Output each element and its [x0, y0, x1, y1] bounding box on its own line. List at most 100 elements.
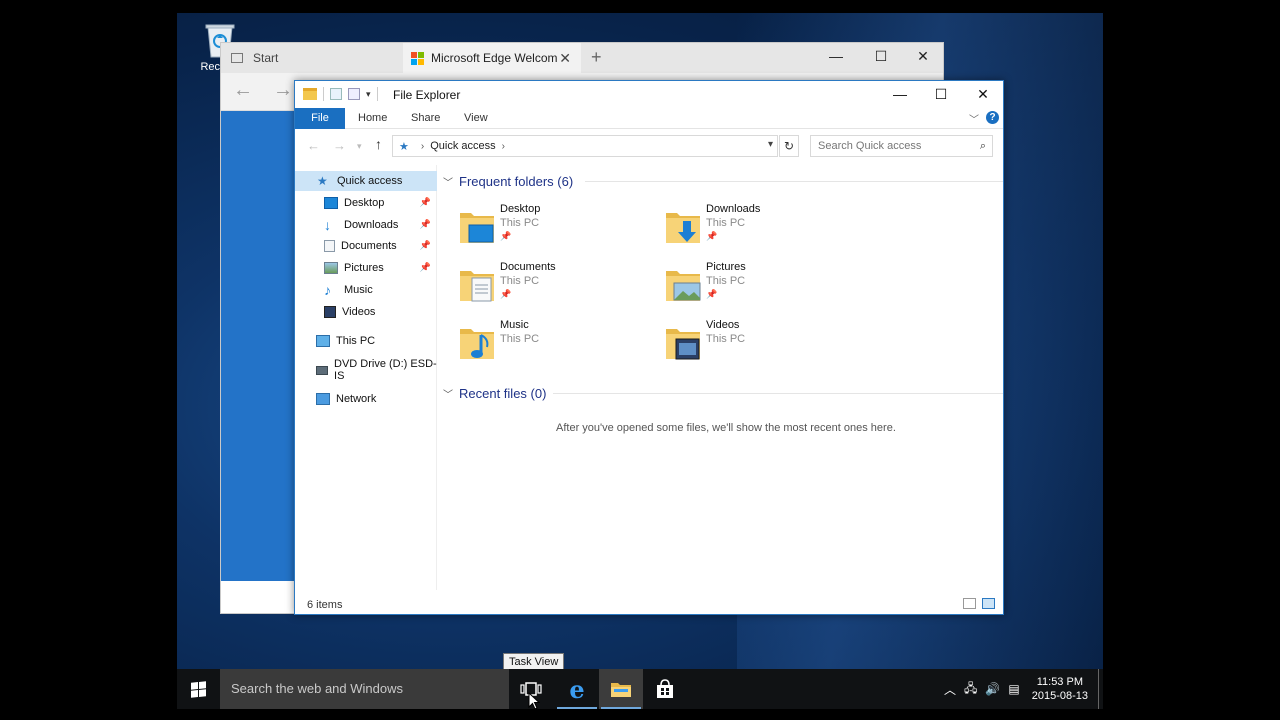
- quick-access-star-icon: ★: [317, 174, 328, 188]
- refresh-button[interactable]: ↻: [779, 135, 799, 157]
- nav-item-label: Videos: [342, 306, 376, 318]
- show-desktop-button[interactable]: [1098, 669, 1103, 709]
- nav-item-documents[interactable]: Documents 📌: [295, 236, 437, 256]
- nav-item-pictures[interactable]: Pictures 📌: [295, 258, 437, 278]
- group-title: Recent files (0): [459, 385, 547, 401]
- nav-item-dvd-drive[interactable]: DVD Drive (D:) ESD-IS: [295, 358, 437, 382]
- folder-tile-videos[interactable]: Videos This PC: [665, 319, 865, 371]
- breadcrumb-quick-access[interactable]: Quick access: [430, 140, 495, 152]
- ribbon-tabs: File Home Share View ﹀ ?: [295, 108, 1003, 129]
- windows-logo-icon: [190, 680, 206, 698]
- edge-tab-start[interactable]: Start: [221, 43, 403, 73]
- music-folder-icon: [460, 329, 494, 359]
- breadcrumb-separator-icon[interactable]: ›: [502, 141, 505, 152]
- folder-tile-pictures[interactable]: Pictures This PC 📌: [665, 261, 865, 313]
- customize-toolbar-chevron-icon[interactable]: ▾: [366, 89, 371, 100]
- pin-icon: 📌: [706, 231, 718, 241]
- nav-item-label: Documents: [341, 240, 397, 252]
- documents-icon: [324, 240, 335, 252]
- tab-share[interactable]: Share: [411, 112, 440, 124]
- taskbar-edge-button[interactable]: e: [555, 669, 599, 709]
- back-arrow-icon[interactable]: ←: [233, 79, 253, 102]
- nav-item-label: Pictures: [344, 262, 384, 274]
- edge-tab-label: Start: [253, 51, 279, 65]
- system-tray: ︿ 🖧 🔊 ▤ 11:53 PM 2015-08-13: [940, 669, 1103, 709]
- edge-minimize-button[interactable]: —: [826, 48, 846, 64]
- dvd-drive-icon: [316, 365, 329, 375]
- search-input[interactable]: Search Quick access ⌕: [810, 135, 993, 157]
- network-icon[interactable]: 🖧: [964, 679, 977, 700]
- pictures-icon: [324, 262, 338, 274]
- pin-icon[interactable]: 📌: [420, 197, 431, 208]
- folder-location: This PC: [500, 275, 540, 287]
- taskbar-file-explorer-button[interactable]: [599, 669, 643, 709]
- up-arrow-icon[interactable]: ↑: [375, 136, 382, 152]
- edge-close-button[interactable]: ✕: [913, 48, 933, 65]
- new-tab-button[interactable]: +: [591, 47, 602, 68]
- folder-tile-documents[interactable]: Documents This PC 📌: [459, 261, 659, 313]
- nav-item-this-pc[interactable]: This PC: [295, 331, 437, 351]
- recent-files-empty-message: After you've opened some files, we'll sh…: [556, 422, 896, 434]
- folder-name: Desktop: [500, 203, 541, 215]
- action-center-icon[interactable]: ▤: [1008, 682, 1019, 696]
- documents-folder-icon: [460, 271, 494, 302]
- divider: [323, 87, 324, 101]
- forward-arrow-icon[interactable]: →: [333, 138, 346, 153]
- group-title: Frequent folders (6): [459, 173, 574, 189]
- folder-name: Downloads: [706, 203, 761, 215]
- nav-item-label: Network: [336, 393, 377, 405]
- volume-icon[interactable]: 🔊: [985, 682, 1000, 696]
- new-folder-icon[interactable]: [348, 88, 360, 100]
- tab-home[interactable]: Home: [358, 112, 387, 124]
- details-view-icon[interactable]: [963, 598, 976, 609]
- desktop-icon: [324, 197, 338, 209]
- pin-icon[interactable]: 📌: [420, 240, 431, 251]
- breadcrumb-separator-icon[interactable]: ›: [421, 141, 424, 152]
- view-switcher: [963, 598, 995, 609]
- nav-item-videos[interactable]: Videos: [295, 302, 437, 322]
- file-explorer-window[interactable]: ▾ File Explorer — ☐ ✕ File Home Share Vi…: [294, 80, 1004, 615]
- expand-ribbon-chevron-icon[interactable]: ﹀: [969, 111, 979, 126]
- nav-item-downloads[interactable]: ↓ Downloads 📌: [295, 215, 437, 235]
- pin-icon[interactable]: 📌: [420, 219, 431, 230]
- forward-arrow-icon[interactable]: →: [273, 79, 293, 102]
- recent-locations-chevron-icon[interactable]: ▾: [357, 141, 362, 152]
- taskbar-store-button[interactable]: [643, 669, 687, 709]
- edge-tab-welcome[interactable]: Microsoft Edge Welcom ✕: [403, 43, 581, 73]
- back-arrow-icon[interactable]: ←: [307, 138, 320, 153]
- pin-icon[interactable]: 📌: [420, 262, 431, 273]
- properties-icon[interactable]: [330, 88, 342, 100]
- address-dropdown-chevron-icon[interactable]: ▾: [768, 139, 773, 150]
- nav-item-quick-access[interactable]: ★ Quick access: [295, 171, 437, 191]
- frequent-folders-header[interactable]: ﹀ Frequent folders (6): [443, 171, 1003, 191]
- maximize-button[interactable]: ☐: [926, 84, 956, 104]
- folder-tile-music[interactable]: Music This PC: [459, 319, 659, 371]
- minimize-button[interactable]: —: [885, 84, 915, 104]
- quick-access-toolbar: ▾: [303, 87, 378, 101]
- taskbar-search-input[interactable]: Search the web and Windows: [220, 669, 509, 709]
- close-tab-icon[interactable]: ✕: [559, 50, 571, 67]
- pictures-folder-icon: [666, 271, 701, 301]
- recent-files-header[interactable]: ﹀ Recent files (0): [443, 383, 1003, 403]
- show-hidden-icons-chevron-icon[interactable]: ︿: [944, 681, 956, 698]
- explorer-title-bar: ▾ File Explorer — ☐ ✕: [295, 81, 1003, 108]
- address-bar[interactable]: ★ › Quick access › ▾: [392, 135, 778, 157]
- tab-file[interactable]: File: [295, 108, 345, 129]
- tab-view[interactable]: View: [464, 112, 488, 124]
- clock[interactable]: 11:53 PM 2015-08-13: [1032, 675, 1088, 703]
- edge-maximize-button[interactable]: ☐: [871, 48, 891, 65]
- help-icon[interactable]: ?: [986, 111, 999, 124]
- running-indicator: [557, 707, 597, 709]
- nav-item-network[interactable]: Network: [295, 389, 437, 409]
- nav-item-label: Downloads: [344, 219, 399, 231]
- folder-tile-desktop[interactable]: Desktop This PC 📌: [459, 203, 659, 255]
- address-row: ← → ▾ ↑ ★ › Quick access › ▾ ↻ Search Qu…: [295, 129, 1003, 163]
- folder-tile-downloads[interactable]: Downloads This PC 📌: [665, 203, 865, 255]
- close-button[interactable]: ✕: [968, 84, 998, 104]
- start-button[interactable]: [177, 669, 219, 709]
- large-icons-view-icon[interactable]: [982, 598, 995, 609]
- nav-item-music[interactable]: ♪ Music: [295, 280, 437, 300]
- desktop-folder-icon: [460, 213, 494, 243]
- clock-time: 11:53 PM: [1036, 676, 1083, 688]
- nav-item-desktop[interactable]: Desktop 📌: [295, 193, 437, 213]
